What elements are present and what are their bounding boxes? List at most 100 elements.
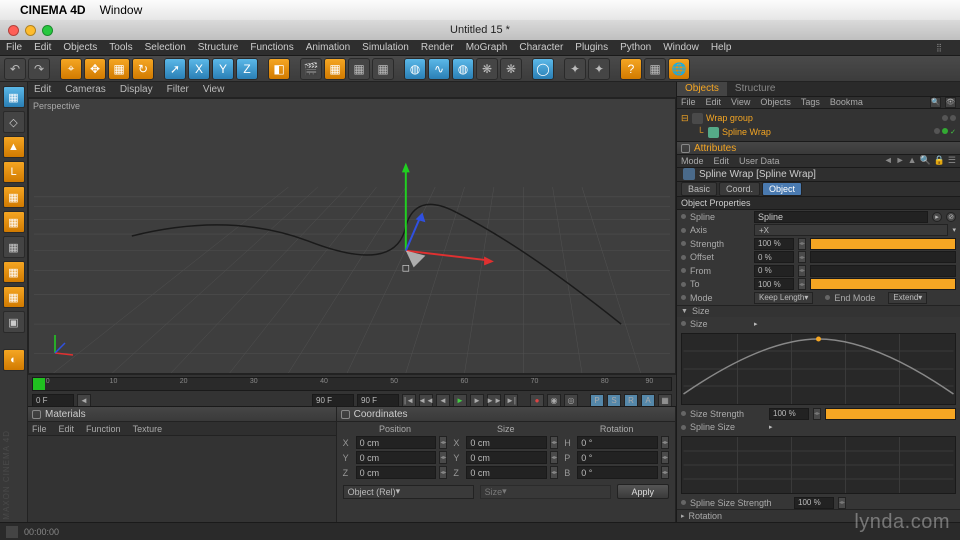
viewport-3-button[interactable]: ▦ [3, 261, 25, 283]
viewport-2-button[interactable]: ▦ [3, 236, 25, 258]
environment-button[interactable]: ◯ [532, 58, 554, 80]
size-strength-slider[interactable] [825, 408, 956, 420]
view-menu-filter[interactable]: Filter [167, 84, 189, 95]
search-icon[interactable]: 🔍 [930, 97, 941, 108]
viewport-1-button[interactable]: ▦ [3, 211, 25, 233]
zoom-button[interactable] [42, 25, 53, 36]
generator2-button[interactable]: ❋ [476, 58, 498, 80]
end-mode-dropdown[interactable]: Extend ▾ [888, 292, 927, 304]
content-browser-button[interactable]: 🌐 [668, 58, 690, 80]
attr-nav-back-icon[interactable]: ◄ [884, 155, 893, 166]
menu-selection[interactable]: Selection [145, 42, 186, 53]
render-region-button[interactable]: ▦ [324, 58, 346, 80]
menu-python[interactable]: Python [620, 42, 651, 53]
attr-nav-fwd-icon[interactable]: ► [896, 155, 905, 166]
render-view-button[interactable]: 🎬 [300, 58, 322, 80]
render-settings-button[interactable]: ▦ [372, 58, 394, 80]
tl-step-fwd[interactable]: ►► [487, 394, 501, 407]
tl-rot-key[interactable]: R [624, 394, 638, 407]
layout-button[interactable]: ▦ [644, 58, 666, 80]
tab-structure[interactable]: Structure [727, 82, 784, 96]
timeline-end-field[interactable]: 90 F [357, 394, 399, 407]
redo-button[interactable]: ↷ [28, 58, 50, 80]
view-menu-cameras[interactable]: Cameras [65, 84, 106, 95]
timeline-playhead[interactable] [33, 378, 45, 390]
coord-system-button[interactable]: ◧ [268, 58, 290, 80]
tl-pla-key[interactable]: ▦ [658, 394, 672, 407]
tl-goto-end[interactable]: ►| [504, 394, 518, 407]
menu-window[interactable]: Window [663, 42, 699, 53]
size-z-field[interactable]: 0 cm [466, 466, 547, 479]
spline-size-strength-field[interactable]: 100 % [794, 497, 834, 509]
menu-objects[interactable]: Objects [63, 42, 97, 53]
tl-keysel[interactable]: ◎ [564, 394, 578, 407]
tree-spline-wrap[interactable]: └Spline Wrap ✓ [681, 125, 956, 139]
tl-param-key[interactable]: A [641, 394, 655, 407]
menu-character[interactable]: Character [519, 42, 563, 53]
close-button[interactable] [8, 25, 19, 36]
menu-structure[interactable]: Structure [198, 42, 239, 53]
undo-button[interactable]: ↶ [4, 58, 26, 80]
mat-menu-function[interactable]: Function [86, 424, 121, 434]
snap-button[interactable]: ▣ [3, 311, 25, 333]
mac-app-name[interactable]: CINEMA 4D [20, 3, 86, 17]
rot-p-field[interactable]: 0 ° [577, 451, 658, 464]
menu-edit[interactable]: Edit [34, 42, 51, 53]
axis-lock-button[interactable]: ➚ [164, 58, 186, 80]
spline-pick-icon[interactable]: ▸ [932, 212, 942, 222]
obj-menu-bookmarks[interactable]: Bookma [830, 97, 863, 107]
primitive-button[interactable]: ◍ [404, 58, 426, 80]
size-section-header[interactable]: Size [692, 306, 710, 316]
offset-field[interactable]: 0 % [754, 251, 794, 263]
mat-menu-texture[interactable]: Texture [133, 424, 163, 434]
move-button[interactable]: ✥ [84, 58, 106, 80]
spline-button[interactable]: ∿ [428, 58, 450, 80]
tl-frame-fwd[interactable]: ► [470, 394, 484, 407]
tl-play[interactable]: ► [453, 394, 467, 407]
menu-file[interactable]: File [6, 42, 22, 53]
obj-menu-tags[interactable]: Tags [801, 97, 820, 107]
menu-simulation[interactable]: Simulation [362, 42, 409, 53]
materials-body[interactable] [28, 436, 336, 522]
view-menu-view[interactable]: View [203, 84, 225, 95]
timeline-start-field[interactable]: 0 F [32, 394, 74, 407]
size-spline-graph[interactable] [681, 333, 956, 405]
minimize-button[interactable] [25, 25, 36, 36]
object-tree[interactable]: ⊟Wrap group └Spline Wrap ✓ [677, 109, 960, 141]
attr-new-icon[interactable]: ☰ [948, 155, 956, 166]
menu-help[interactable]: Help [711, 42, 732, 53]
texture-mode-button[interactable]: ◇ [3, 111, 25, 133]
x-axis-button[interactable]: X [188, 58, 210, 80]
tl-frame-back[interactable]: ◄ [436, 394, 450, 407]
mode-dropdown[interactable]: Keep Length ▾ [754, 292, 813, 304]
attr-menu-mode[interactable]: Mode [681, 156, 704, 166]
tab-objects[interactable]: Objects [677, 82, 727, 96]
tl-autokey[interactable]: ◉ [547, 394, 561, 407]
strength-slider[interactable] [810, 238, 956, 250]
size-mode-dropdown[interactable]: Size ▾ [480, 485, 611, 499]
object-mode-dropdown[interactable]: Object (Rel) ▾ [343, 485, 474, 499]
edge-mode-button[interactable]: L [3, 161, 25, 183]
spline-clear-icon[interactable]: ⊘ [946, 212, 956, 222]
menu-render[interactable]: Render [421, 42, 454, 53]
viewport-4-button[interactable]: ▦ [3, 286, 25, 308]
rot-h-field[interactable]: 0 ° [577, 436, 658, 449]
size-y-field[interactable]: 0 cm [466, 451, 547, 464]
size-x-field[interactable]: 0 cm [466, 436, 547, 449]
attr-tab-coord[interactable]: Coord. [719, 182, 760, 196]
timeline-fps-field[interactable]: 90 F [312, 394, 354, 407]
poly-mode-button[interactable]: ▦ [3, 186, 25, 208]
pos-y-field[interactable]: 0 cm [356, 451, 437, 464]
tree-wrap-group[interactable]: ⊟Wrap group [681, 111, 956, 125]
view-menu-display[interactable]: Display [120, 84, 153, 95]
attr-lock-icon[interactable]: 🔒 [934, 155, 945, 166]
attr-tab-object[interactable]: Object [762, 182, 802, 196]
live-select-button[interactable]: ⌖ [60, 58, 82, 80]
axis-dropdown[interactable]: +X [754, 224, 948, 236]
tl-step-back[interactable]: ◄◄ [419, 394, 433, 407]
to-slider[interactable] [810, 278, 956, 290]
menu-functions[interactable]: Functions [250, 42, 293, 53]
tl-scale-key[interactable]: S [607, 394, 621, 407]
attr-nav-up-icon[interactable]: ▲ [908, 155, 917, 166]
menu-plugins[interactable]: Plugins [575, 42, 608, 53]
